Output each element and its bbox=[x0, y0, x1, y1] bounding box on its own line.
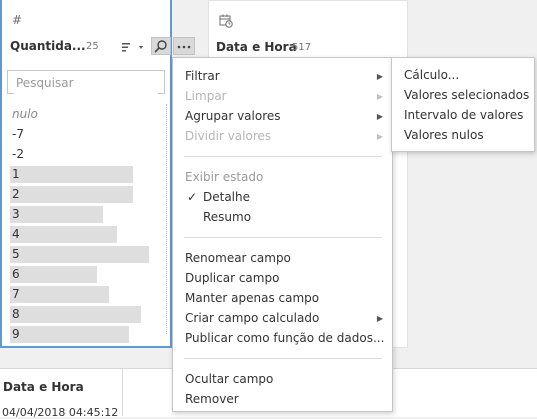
value-label: 9 bbox=[12, 327, 20, 341]
value-label: 7 bbox=[12, 287, 20, 301]
value-list-item[interactable]: 5 bbox=[10, 244, 160, 264]
more-dots-icon bbox=[177, 45, 191, 49]
value-list-item[interactable]: 3 bbox=[10, 204, 160, 224]
number-type-icon: # bbox=[12, 13, 23, 27]
value-frequency-bar bbox=[10, 246, 149, 263]
more-options-button[interactable] bbox=[173, 37, 195, 55]
menu-item-agrupar-valores[interactable]: Agrupar valores bbox=[185, 109, 281, 123]
value-label: 6 bbox=[12, 267, 20, 281]
menu-separator bbox=[184, 358, 382, 359]
value-list-item[interactable]: 4 bbox=[10, 224, 160, 244]
checkmark-icon: ✓ bbox=[187, 190, 198, 204]
value-list-item[interactable]: -7 bbox=[10, 124, 160, 144]
menu-item-filtrar[interactable]: Filtrar bbox=[185, 69, 220, 83]
menu-item-duplicar-campo[interactable]: Duplicar campo bbox=[185, 271, 279, 285]
value-label: nulo bbox=[12, 107, 38, 121]
value-frequency-bar bbox=[10, 306, 141, 323]
value-frequency-bar bbox=[10, 186, 133, 203]
grid-column-divider bbox=[122, 368, 123, 416]
submenu-arrow-icon: ▶ bbox=[376, 72, 383, 81]
menu-item-remover[interactable]: Remover bbox=[185, 392, 239, 406]
list-scroll-track[interactable] bbox=[166, 104, 167, 334]
search-icon bbox=[154, 40, 167, 53]
value-list-item[interactable]: 1 bbox=[10, 164, 160, 184]
search-button[interactable] bbox=[151, 37, 171, 55]
value-list-item[interactable]: 8 bbox=[10, 304, 160, 324]
menu-separator bbox=[184, 237, 382, 238]
value-list-item[interactable]: 6 bbox=[10, 264, 160, 284]
submenu-arrow-icon: ▶ bbox=[376, 112, 383, 121]
sort-dropdown-button[interactable] bbox=[118, 38, 148, 56]
field-options-menu: Filtrar ▶ Limpar ▶ Agrupar valores ▶ Div… bbox=[172, 57, 393, 412]
search-field[interactable] bbox=[7, 70, 165, 94]
field-count: 25 bbox=[86, 41, 99, 52]
menu-item-renomear-campo[interactable]: Renomear campo bbox=[185, 251, 291, 265]
menu-section-exibir-estado: Exibir estado bbox=[185, 170, 264, 184]
value-label: 8 bbox=[12, 307, 20, 321]
submenu-item-intervalo-valores[interactable]: Intervalo de valores bbox=[404, 108, 523, 122]
value-list-item[interactable]: nulo bbox=[10, 104, 160, 124]
value-list: nulo -7 -2 1 2 3 4 5 6 7 8 9 bbox=[10, 104, 160, 344]
menu-item-ocultar-campo[interactable]: Ocultar campo bbox=[185, 372, 273, 386]
value-label: 2 bbox=[12, 187, 20, 201]
field-count: 517 bbox=[292, 42, 312, 53]
value-label: -2 bbox=[12, 147, 24, 161]
grid-column-header[interactable]: Data e Hora bbox=[3, 380, 84, 394]
value-list-item[interactable]: -2 bbox=[10, 144, 160, 164]
value-label: 3 bbox=[12, 207, 20, 221]
calendar-clock-icon bbox=[219, 14, 233, 28]
value-frequency-bar bbox=[10, 266, 97, 283]
submenu-item-valores-selecionados[interactable]: Valores selecionados bbox=[404, 88, 529, 102]
value-list-item[interactable]: 9 bbox=[10, 324, 160, 344]
submenu-item-valores-nulos[interactable]: Valores nulos bbox=[404, 128, 484, 142]
submenu-arrow-icon: ▶ bbox=[376, 92, 383, 101]
menu-item-publicar-funcao[interactable]: Publicar como função de dados... bbox=[185, 331, 384, 345]
menu-item-resumo[interactable]: Resumo bbox=[203, 210, 251, 224]
submenu-arrow-icon: ▶ bbox=[376, 314, 383, 323]
value-frequency-bar bbox=[10, 286, 109, 303]
filter-submenu: Cálculo... Valores selecionados Interval… bbox=[391, 57, 535, 152]
menu-item-criar-campo-calculado[interactable]: Criar campo calculado bbox=[185, 311, 319, 325]
field-title[interactable]: Data e Hora bbox=[216, 40, 297, 54]
value-label: 4 bbox=[12, 227, 20, 241]
menu-item-detalhe[interactable]: Detalhe bbox=[203, 190, 250, 204]
submenu-item-calculo[interactable]: Cálculo... bbox=[404, 68, 459, 82]
value-frequency-bar bbox=[10, 226, 117, 243]
value-label: 5 bbox=[12, 247, 20, 261]
menu-separator bbox=[184, 156, 382, 157]
grid-cell: 04/04/2018 04:45:12 bbox=[2, 406, 119, 419]
value-frequency-bar bbox=[10, 206, 103, 223]
value-frequency-bar bbox=[10, 326, 129, 343]
value-label: 1 bbox=[12, 167, 20, 181]
menu-item-manter-apenas-campo[interactable]: Manter apenas campo bbox=[185, 291, 319, 305]
value-list-item[interactable]: 2 bbox=[10, 184, 160, 204]
value-label: -7 bbox=[12, 127, 24, 141]
search-input[interactable] bbox=[14, 72, 158, 94]
submenu-arrow-icon: ▶ bbox=[376, 132, 383, 141]
value-frequency-bar bbox=[10, 166, 133, 183]
menu-item-dividir-valores: Dividir valores bbox=[185, 129, 272, 143]
value-list-item[interactable]: 7 bbox=[10, 284, 160, 304]
field-title[interactable]: Quantida... bbox=[10, 39, 86, 53]
sort-icon bbox=[122, 43, 143, 52]
menu-item-limpar: Limpar bbox=[185, 89, 227, 103]
